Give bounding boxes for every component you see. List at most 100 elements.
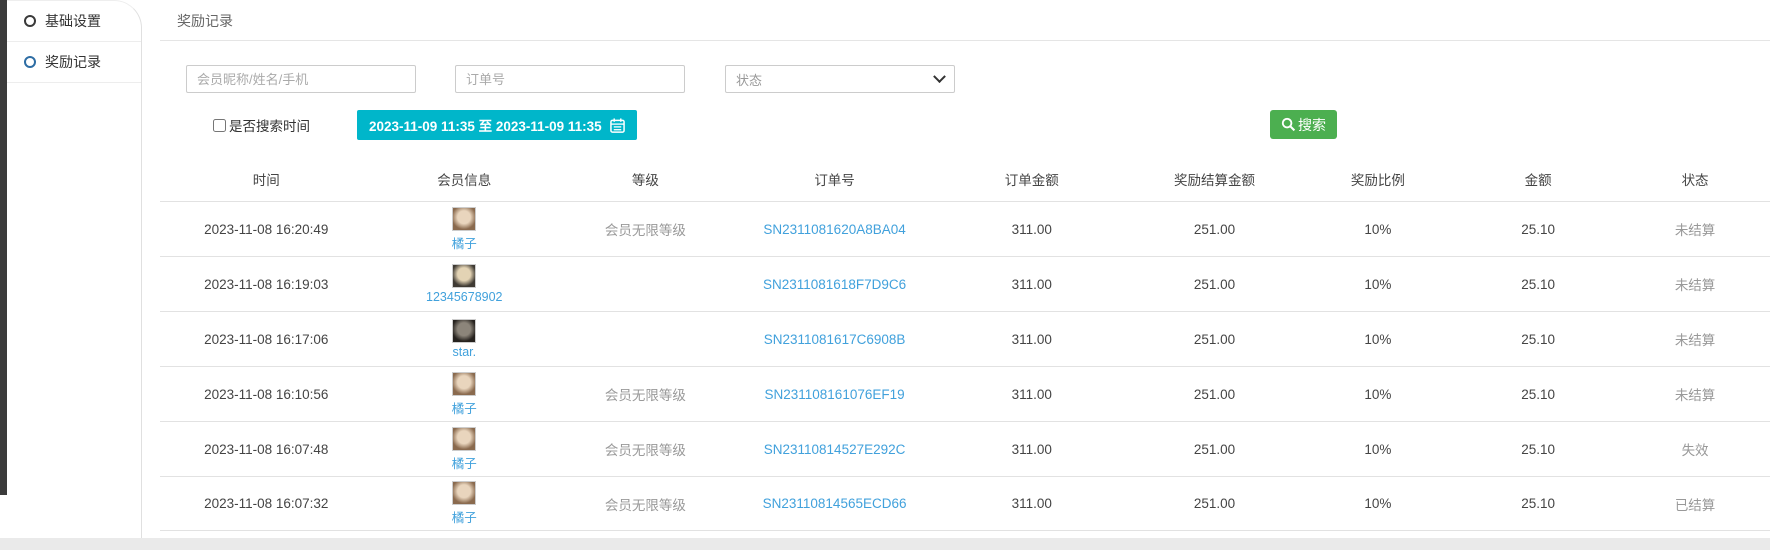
filter-row-inputs: 状态 [186,65,1770,93]
cell-time: 2023-11-08 16:10:56 [160,385,373,404]
table-body: 2023-11-08 16:20:49 橘子 会员无限等级 SN23110816… [160,201,1770,531]
header-time: 时间 [160,160,373,201]
cell-time: 2023-11-08 16:19:03 [160,275,373,294]
member-avatar[interactable] [452,207,476,231]
sidebar-item-label: 基础设置 [45,11,101,31]
reward-amount: 25.10 [1521,222,1555,237]
member-avatar[interactable] [452,264,476,288]
record-time: 2023-11-08 16:20:49 [204,222,328,237]
cell-reward-ratio: 10% [1300,440,1456,459]
record-time: 2023-11-08 16:07:32 [204,496,328,511]
radio-circle-icon [24,15,36,27]
member-search-input[interactable] [186,65,416,93]
sidebar-item-reward-records[interactable]: 奖励记录 [7,42,141,83]
member-avatar[interactable] [452,319,476,343]
member-name-link[interactable]: 橘子 [452,233,477,252]
cell-reward-ratio: 10% [1300,385,1456,404]
reward-ratio: 10% [1364,277,1391,292]
member-name-link[interactable]: star. [452,345,476,359]
cell-reward-settle: 251.00 [1129,220,1300,239]
order-number-link[interactable]: SN2311081618F7D9C6 [763,277,906,292]
member-avatar[interactable] [452,427,476,451]
header-level: 等级 [556,160,735,201]
date-range-button[interactable]: 2023-11-09 11:35 至 2023-11-09 11:35 [357,110,637,140]
cell-order-amount: 311.00 [934,494,1129,513]
chevron-down-icon [933,70,946,83]
reward-amount: 25.10 [1521,277,1555,292]
member-name-link[interactable]: 12345678902 [426,290,502,304]
order-amount: 311.00 [1012,222,1052,237]
date-range-text: 2023-11-09 11:35 至 2023-11-09 11:35 [369,115,602,135]
reward-settle-amount: 251.00 [1194,442,1235,457]
record-time: 2023-11-08 16:07:48 [204,442,328,457]
header-amount: 金额 [1456,160,1620,201]
search-icon [1281,117,1296,132]
cell-reward-settle: 251.00 [1129,494,1300,513]
filter-panel: 状态 是否搜索时间 2023-11-09 11:35 至 2023-11-09 … [142,41,1770,140]
cell-reward-ratio: 10% [1300,330,1456,349]
cell-time: 2023-11-08 16:07:32 [160,494,373,513]
reward-settle-amount: 251.00 [1194,222,1235,237]
calendar-icon [610,118,625,133]
cell-level: 会员无限等级 [556,217,735,241]
cell-order-amount: 311.00 [934,330,1129,349]
order-number-link[interactable]: SN23110814527E292C [764,442,906,457]
cell-amount: 25.10 [1456,494,1620,513]
page-title: 奖励记录 [142,0,1770,40]
search-time-toggle[interactable]: 是否搜索时间 [213,115,310,135]
cell-order-no: SN23110814527E292C [735,440,935,459]
filter-row-time: 是否搜索时间 2023-11-09 11:35 至 2023-11-09 11:… [186,110,1770,140]
header-status: 状态 [1620,160,1770,201]
reward-amount: 25.10 [1521,332,1555,347]
sidebar-item-basic-settings[interactable]: 基础设置 [7,1,141,42]
table-row: 2023-11-08 16:10:56 橘子 会员无限等级 SN23110816… [160,366,1770,421]
cell-order-amount: 311.00 [934,275,1129,294]
cell-reward-settle: 251.00 [1129,440,1300,459]
member-name-link[interactable]: 橘子 [452,507,477,526]
cell-member: 橘子 [373,370,557,419]
member-level: 会员无限等级 [605,494,686,514]
header-reward-ratio: 奖励比例 [1300,160,1456,201]
reward-amount: 25.10 [1521,442,1555,457]
cell-member: star. [373,317,557,361]
cell-order-no: SN23110814565ECD66 [735,494,935,513]
cell-amount: 25.10 [1456,385,1620,404]
order-amount: 311.00 [1012,277,1052,292]
cell-amount: 25.10 [1456,275,1620,294]
member-name-link[interactable]: 橘子 [452,398,477,417]
cell-order-no: SN2311081617C6908B [735,330,935,349]
record-time: 2023-11-08 16:17:06 [204,332,328,347]
status-badge: 未结算 [1675,329,1716,349]
order-number-link[interactable]: SN2311081620A8BA04 [763,222,905,237]
cell-time: 2023-11-08 16:20:49 [160,220,373,239]
member-avatar[interactable] [452,481,476,505]
cell-order-amount: 311.00 [934,220,1129,239]
member-level: 会员无限等级 [605,439,686,459]
status-select-placeholder: 状态 [736,70,762,89]
search-button[interactable]: 搜索 [1270,110,1337,139]
reward-ratio: 10% [1364,332,1391,347]
table-row: 2023-11-08 16:17:06 star. SN2311081617C6… [160,311,1770,366]
order-number-link[interactable]: SN2311081617C6908B [764,332,906,347]
header-order-no: 订单号 [735,160,935,201]
search-time-label: 是否搜索时间 [229,115,310,135]
order-number-input[interactable] [455,65,685,93]
sidebar-item-label: 奖励记录 [45,52,101,72]
reward-settle-amount: 251.00 [1194,332,1235,347]
reward-ratio: 10% [1364,442,1391,457]
order-amount: 311.00 [1012,332,1052,347]
search-time-checkbox[interactable] [213,119,226,132]
order-amount: 311.00 [1012,496,1052,511]
cell-amount: 25.10 [1456,220,1620,239]
cell-level: 会员无限等级 [556,492,735,516]
cell-order-no: SN2311081618F7D9C6 [735,275,935,294]
app-window: 基础设置 奖励记录 奖励记录 状态 是否搜索时间 [0,0,1770,550]
order-number-link[interactable]: SN23110814565ECD66 [763,496,907,511]
member-name-link[interactable]: 橘子 [452,453,477,472]
cell-status: 未结算 [1620,272,1770,296]
status-select[interactable]: 状态 [725,65,955,93]
main-content: 奖励记录 状态 是否搜索时间 2023-11-09 11:35 至 2023-1… [142,0,1770,538]
member-level: 会员无限等级 [605,219,686,239]
order-number-link[interactable]: SN231108161076EF19 [765,387,905,402]
member-avatar[interactable] [452,372,476,396]
